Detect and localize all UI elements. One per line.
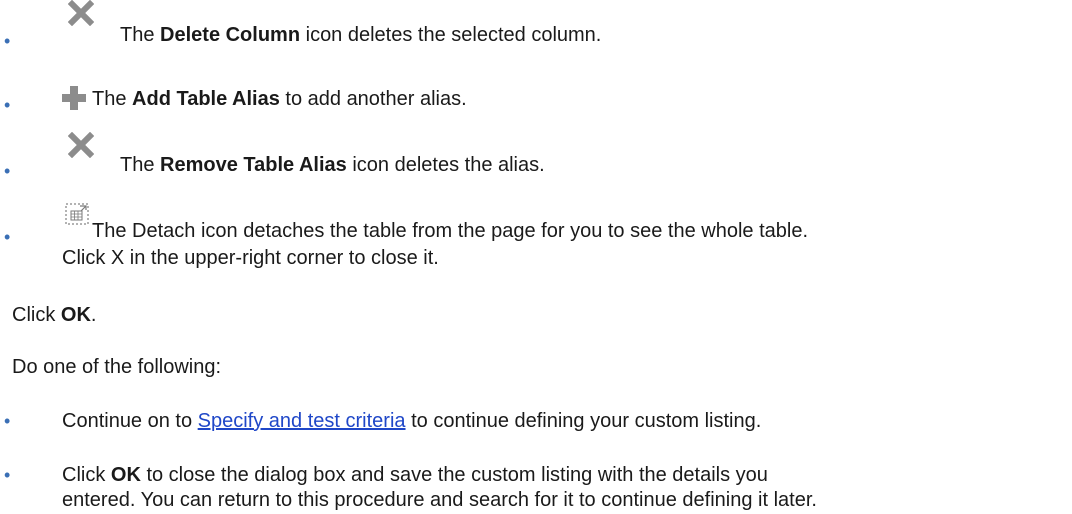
add-plus-icon[interactable]: [60, 84, 88, 112]
item-text-continued: Click X in the upper-right corner to clo…: [62, 247, 439, 269]
bullet: •: [4, 411, 11, 431]
item-text: The Delete Column icon deletes the selec…: [120, 24, 602, 46]
item-text: The Remove Table Alias icon deletes the …: [120, 154, 545, 176]
bullet: •: [4, 161, 11, 181]
bullet: •: [4, 227, 11, 247]
detach-icon[interactable]: [64, 202, 90, 226]
option-text: Continue on to Specify and test criteria…: [62, 410, 762, 432]
click-ok-paragraph: Click OK.: [12, 304, 97, 326]
option-text: Click OK to close the dialog box and sav…: [62, 464, 768, 486]
option-text-continued: entered. You can return to this procedur…: [62, 489, 817, 511]
bullet: •: [4, 465, 11, 485]
bullet: •: [4, 31, 11, 51]
delete-x-icon[interactable]: [68, 0, 94, 26]
item-text: The Detach icon detaches the table from …: [92, 220, 809, 242]
do-one-paragraph: Do one of the following:: [12, 356, 222, 378]
specify-test-criteria-link[interactable]: Specify and test criteria: [198, 410, 406, 432]
bullet: •: [4, 95, 11, 115]
item-text: The Add Table Alias to add another alias…: [92, 88, 467, 110]
delete-x-icon[interactable]: [68, 132, 94, 158]
